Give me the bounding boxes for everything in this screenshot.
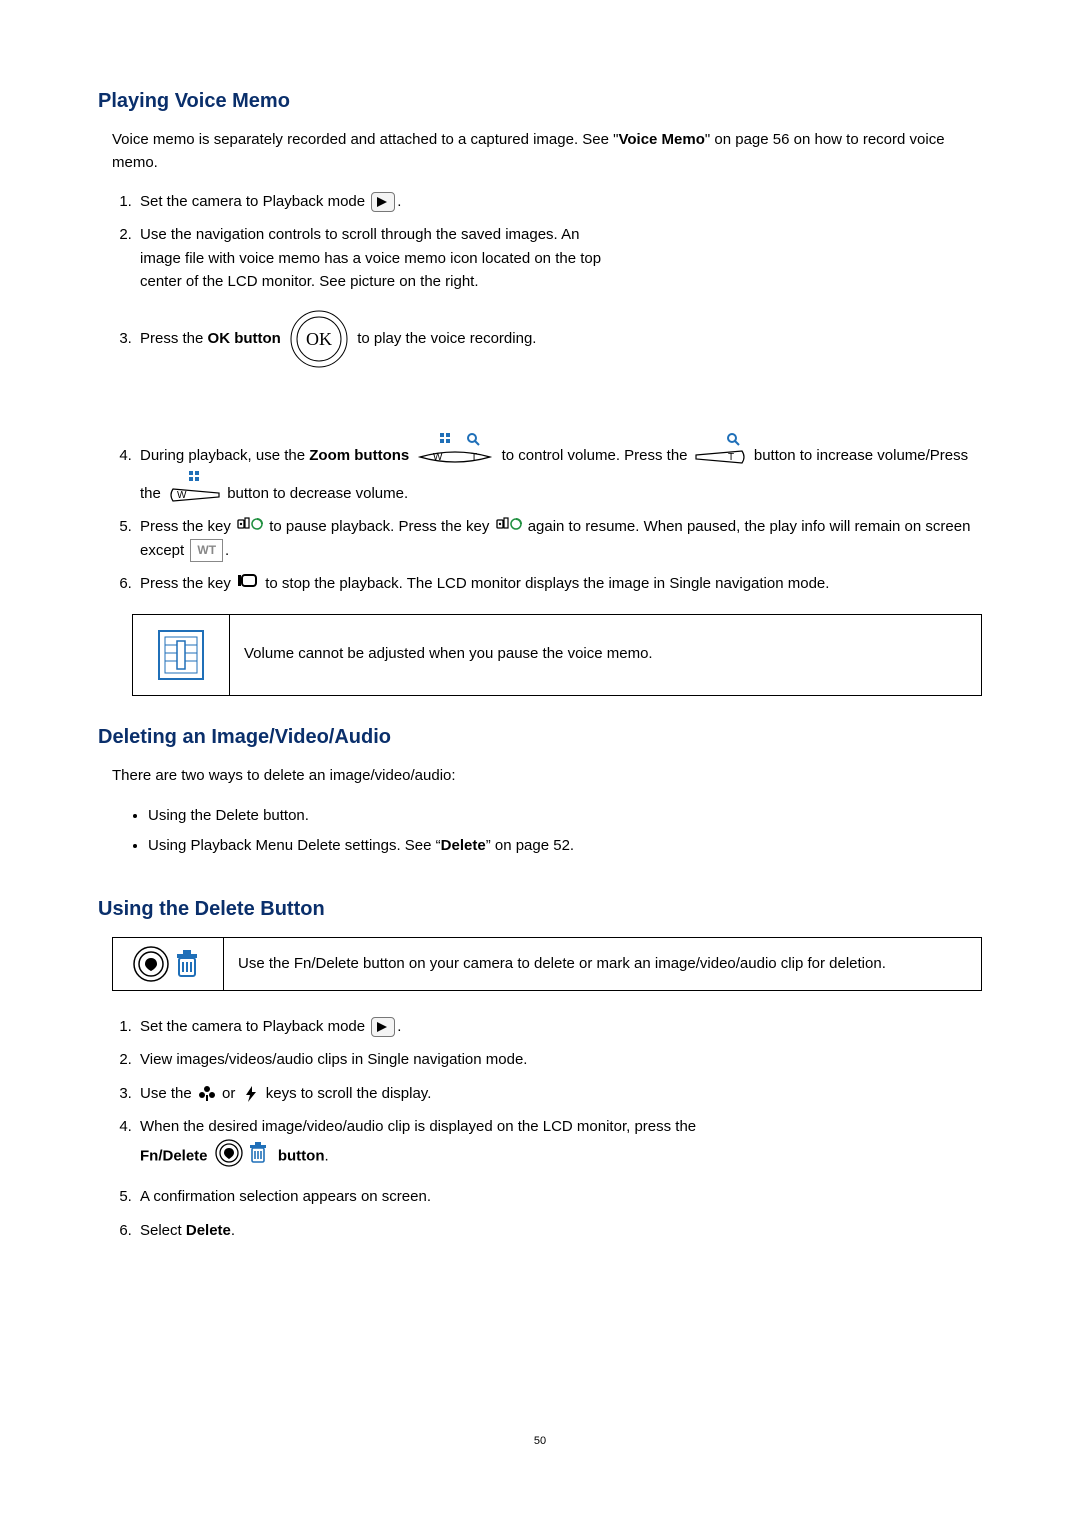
step-1: Set the camera to Playback mode .: [136, 190, 982, 213]
svg-text:T: T: [728, 452, 734, 463]
note-icon-box: [132, 614, 230, 696]
fn-delete-icon-box: [112, 937, 224, 991]
s3-step-4-bold: Fn/Delete: [140, 1148, 208, 1165]
flash-key-icon: [242, 1085, 260, 1103]
s3-step-3-pre: Use the: [140, 1085, 196, 1102]
step-1-text: Set the camera to Playback mode: [140, 193, 369, 210]
delete-methods-list: Using the Delete button. Using Playback …: [126, 803, 982, 858]
intro-text-pre: Voice memo is separately recorded and at…: [112, 131, 618, 148]
note-volume-pause: Volume cannot be adjusted when you pause…: [132, 614, 982, 696]
steps-list-2: Set the camera to Playback mode . View i…: [112, 1015, 982, 1242]
fn-delete-inline-icon: [214, 1138, 272, 1175]
pause-key-icon: [237, 515, 263, 538]
step-5-mid2: again to resume. When paused, the play i…: [140, 518, 970, 559]
s3-step-4: When the desired image/video/audio clip …: [136, 1115, 700, 1176]
flower-key-icon: [198, 1085, 216, 1103]
step-3-bold: OK button: [208, 330, 281, 347]
step-2-text: Use the navigation controls to scroll th…: [140, 226, 601, 290]
step-3: Press the OK button OK to play the voice…: [136, 309, 982, 419]
s3-step-2: View images/videos/audio clips in Single…: [136, 1048, 982, 1071]
stop-key-icon: [237, 572, 259, 595]
s3-step-3: Use the or keys to scroll the display.: [136, 1082, 982, 1105]
step-4-post: button to decrease volume.: [227, 485, 408, 502]
s3-step-1-text: Set the camera to Playback mode: [140, 1018, 369, 1035]
intro-paragraph: Voice memo is separately recorded and at…: [112, 129, 982, 174]
playback-icon: [371, 192, 395, 212]
step-5-post: .: [225, 542, 229, 559]
s3-step-5: A confirmation selection appears on scre…: [136, 1185, 982, 1208]
s3-step-6-pre: Select: [140, 1222, 186, 1239]
svg-text:W: W: [177, 490, 187, 501]
s3-step-4-bold2: button: [278, 1148, 325, 1165]
step-6-post: to stop the playback. The LCD monitor di…: [265, 575, 829, 592]
playback-icon-2: [371, 1017, 395, 1037]
s3-step-4-post: .: [325, 1148, 329, 1165]
wt-indicator: WT: [190, 539, 223, 562]
s3-step-4-pre: When the desired image/video/audio clip …: [140, 1118, 696, 1135]
bullet-delete-button: Using the Delete button.: [148, 803, 982, 829]
page-number: 50: [0, 1435, 1080, 1447]
svg-text:W: W: [433, 452, 443, 463]
step-6-pre: Press the key: [140, 575, 235, 592]
step-6: Press the key to stop the playback. The …: [136, 572, 982, 596]
step-4-bold: Zoom buttons: [309, 447, 409, 464]
step-5-mid: to pause playback. Press the key: [269, 518, 493, 535]
zoom-buttons-icon: W T: [415, 429, 495, 467]
pause-key-icon-2: [496, 515, 522, 538]
note-memo-icon: [153, 627, 209, 683]
step-3-post: to play the voice recording.: [357, 330, 536, 347]
heading-deleting: Deleting an Image/Video/Audio: [98, 726, 982, 749]
step-2: Use the navigation controls to scroll th…: [136, 223, 610, 293]
bullet2-pre: Using Playback Menu Delete settings. See…: [148, 837, 441, 854]
s3-step-6: Select Delete.: [136, 1219, 982, 1242]
s3-step-3-post: keys to scroll the display.: [266, 1085, 432, 1102]
step-3-pre: Press the: [140, 330, 208, 347]
step-5-pre: Press the key: [140, 518, 235, 535]
s3-step-3-mid: or: [222, 1085, 240, 1102]
bullet-playback-menu: Using Playback Menu Delete settings. See…: [148, 833, 982, 859]
step-4-pre: During playback, use the: [140, 447, 309, 464]
step-4: During playback, use the Zoom buttons W …: [136, 429, 982, 505]
fn-delete-icon: [129, 944, 207, 984]
ok-button-icon: OK: [289, 309, 349, 369]
step-4-mid1: to control volume. Press the: [502, 447, 692, 464]
zoom-w-icon: W: [167, 467, 221, 505]
bullet2-post: ” on page 52.: [486, 837, 574, 854]
svg-text:OK: OK: [306, 329, 332, 349]
svg-text:T: T: [471, 452, 477, 463]
heading-playing-voice-memo: Playing Voice Memo: [98, 90, 982, 113]
note-fn-delete-text: Use the Fn/Delete button on your camera …: [238, 953, 886, 976]
deleting-intro: There are two ways to delete an image/vi…: [112, 765, 982, 788]
s3-step-6-post: .: [231, 1222, 235, 1239]
s3-step-1: Set the camera to Playback mode .: [136, 1015, 982, 1038]
note-text: Volume cannot be adjusted when you pause…: [244, 643, 653, 666]
heading-delete-button: Using the Delete Button: [98, 898, 982, 921]
zoom-t-icon: T: [694, 429, 748, 467]
intro-text-bold: Voice Memo: [618, 131, 704, 148]
s3-step-6-bold: Delete: [186, 1222, 231, 1239]
step-5: Press the key to pause playback. Press t…: [136, 515, 982, 562]
bullet2-bold: Delete: [441, 837, 486, 854]
steps-list-1: Set the camera to Playback mode . Use th…: [112, 190, 982, 596]
note-fn-delete: Use the Fn/Delete button on your camera …: [112, 937, 982, 991]
